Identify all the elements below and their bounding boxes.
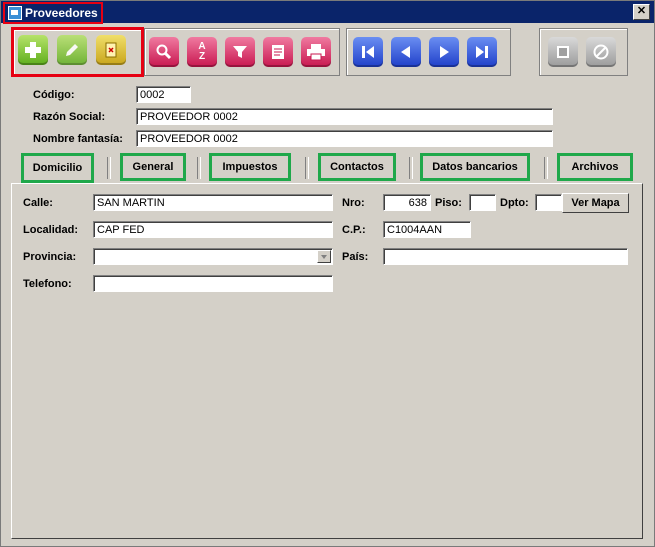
funnel-icon [233,46,247,58]
codigo-label: Código: [33,89,75,101]
razon-social-field[interactable]: PROVEEDOR 0002 [136,108,553,125]
prev-icon [401,46,410,58]
tab-strip: Domicilio General Impuestos Contactos Da… [12,153,644,183]
nro-field[interactable]: 638 [383,194,431,211]
cp-field[interactable]: C1004AAN [383,221,471,238]
calle-field[interactable]: SAN MARTIN [93,194,333,211]
search-button[interactable] [149,37,179,67]
plus-icon [25,42,41,58]
last-record-button[interactable] [467,37,497,67]
edit-button[interactable] [57,35,87,65]
tab-domicilio[interactable]: Domicilio [21,153,94,183]
sort-button[interactable]: A Z [187,37,217,67]
toolbar-nav-group [346,28,511,76]
piso-label: Piso: [435,197,462,209]
pais-field[interactable] [383,248,628,265]
dpto-label: Dpto: [500,197,529,209]
window-title: Proveedores [25,6,98,20]
chevron-down-icon[interactable] [317,250,331,263]
cancel-icon [593,44,609,60]
next-icon [440,46,449,58]
save-icon [557,46,569,58]
provincia-select[interactable] [93,248,333,265]
next-record-button[interactable] [429,37,459,67]
localidad-label: Localidad: [23,224,79,236]
tab-separator [544,157,548,179]
provincia-label: Provincia: [23,251,77,263]
close-button[interactable]: ✕ [633,4,650,20]
tab-contactos[interactable]: Contactos [318,153,396,181]
localidad-field[interactable]: CAP FED [93,221,333,238]
last-icon [476,46,488,58]
telefono-field[interactable] [93,275,333,292]
nombre-fantasia-field[interactable]: PROVEEDOR 0002 [136,130,553,147]
title-bar: Proveedores ✕ [1,1,654,24]
tab-impuestos[interactable]: Impuestos [209,153,291,181]
pais-label: País: [342,251,369,263]
report-button[interactable] [263,37,293,67]
filter-button[interactable] [225,37,255,67]
cp-label: C.P.: [342,224,366,236]
first-icon [362,46,374,58]
cancel-button[interactable] [586,37,616,67]
delete-button[interactable] [96,35,126,65]
nombre-fantasia-label: Nombre fantasía: [33,133,123,145]
first-record-button[interactable] [353,37,383,67]
printer-icon [307,44,325,61]
tab-datos-bancarios[interactable]: Datos bancarios [420,153,530,181]
tab-separator [107,157,111,179]
pencil-icon [66,44,78,56]
toolbar-edit-group [11,27,144,77]
sort-az-icon: A Z [198,41,206,62]
nro-label: Nro: [342,197,365,209]
tab-archivos[interactable]: Archivos [557,153,633,181]
save-button[interactable] [548,37,578,67]
telefono-label: Telefono: [23,278,72,290]
magnifier-icon [156,44,172,60]
app-icon [8,6,22,20]
clipboard-icon [272,45,284,59]
tab-separator [409,157,413,179]
proveedores-window: Proveedores ✕ A Z Código: 0002 Razón Soc… [0,0,655,547]
razon-social-label: Razón Social: [33,111,106,123]
ver-mapa-button[interactable]: Ver Mapa [562,193,629,213]
tab-general[interactable]: General [120,153,186,181]
tab-separator [197,157,201,179]
tab-separator [305,157,309,179]
print-button[interactable] [301,37,331,67]
add-button[interactable] [18,35,48,65]
calle-label: Calle: [23,197,53,209]
toolbar-tools-group: A Z [144,28,340,76]
dpto-field[interactable] [535,194,562,211]
toolbar-save-group [539,28,628,76]
codigo-field[interactable]: 0002 [136,86,191,103]
prev-record-button[interactable] [391,37,421,67]
piso-field[interactable] [469,194,496,211]
document-x-icon [105,42,117,58]
title-highlight: Proveedores [3,2,103,24]
